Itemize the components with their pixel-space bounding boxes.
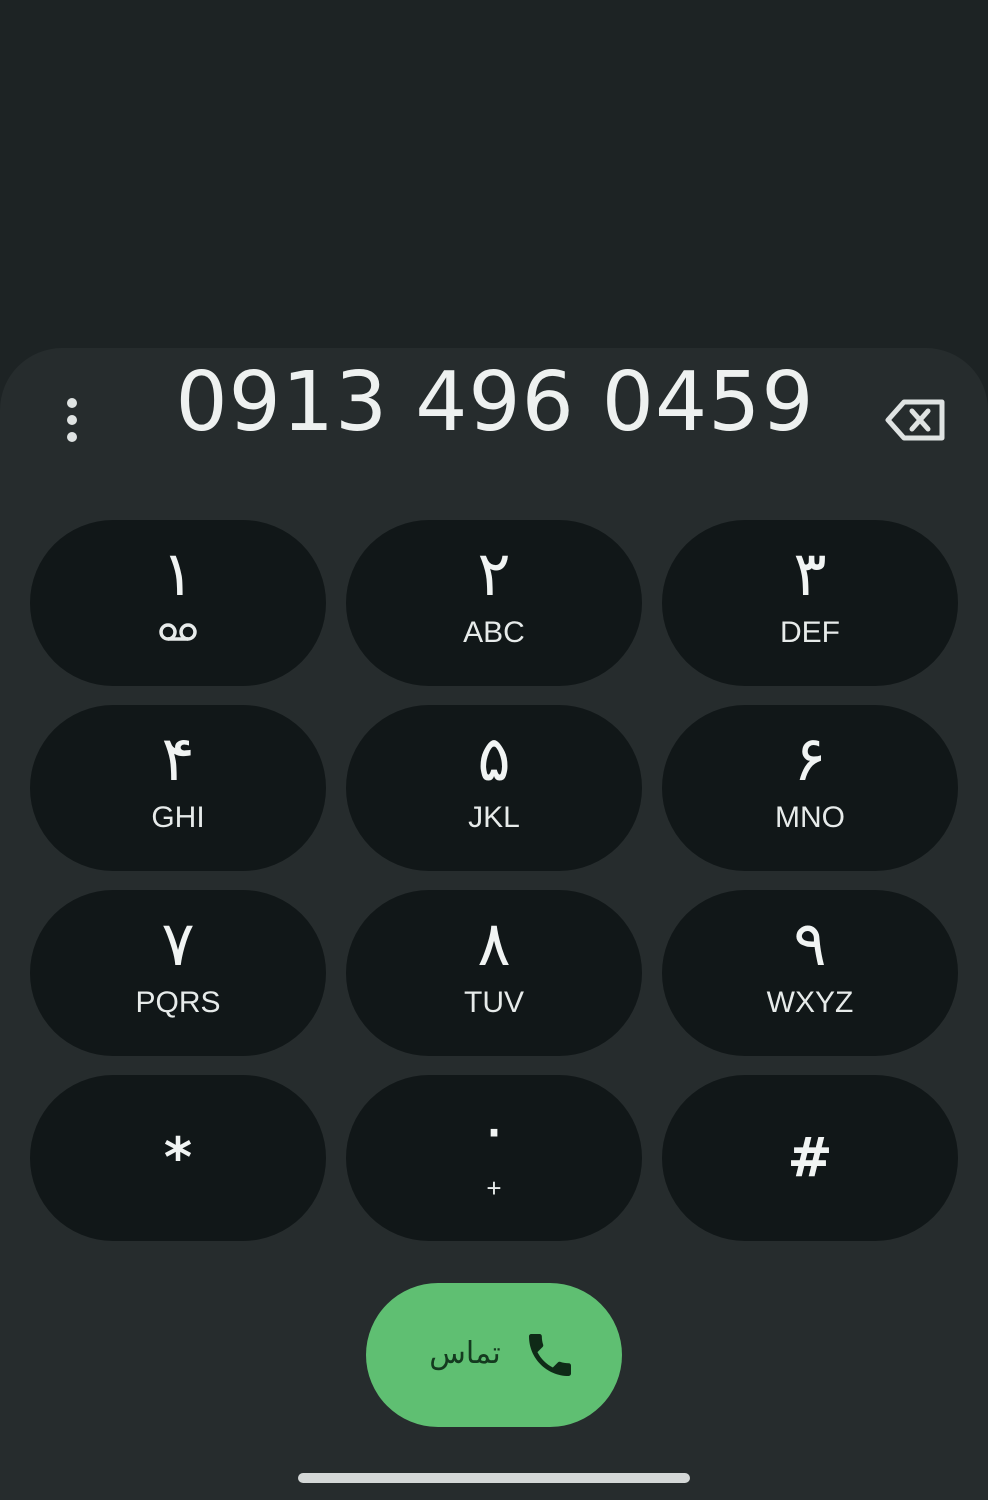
key-digit: ۲ — [477, 537, 511, 610]
key-digit: ۸ — [477, 907, 511, 980]
voicemail-icon — [158, 620, 198, 644]
key-letters: JKL — [468, 801, 520, 834]
key-digit: ۹ — [793, 907, 827, 980]
key-digit: ۴ — [161, 722, 195, 795]
more-options-icon[interactable] — [52, 392, 92, 448]
key-digit: * — [163, 1126, 193, 1189]
key-digit: ۶ — [793, 722, 827, 795]
dial-key-8[interactable]: ۸ TUV — [346, 890, 642, 1056]
key-letters: GHI — [151, 801, 205, 834]
dial-key-2[interactable]: ۲ ABC — [346, 520, 642, 686]
dial-key-star[interactable]: * — [30, 1075, 326, 1241]
dialed-number[interactable]: 0913 496 0459 — [130, 352, 860, 452]
key-letters: MNO — [775, 801, 845, 834]
key-letters: WXYZ — [766, 986, 854, 1019]
dial-key-9[interactable]: ۹ WXYZ — [662, 890, 958, 1056]
menu-dot — [67, 398, 77, 408]
dial-key-5[interactable]: ۵ JKL — [346, 705, 642, 871]
phone-icon — [522, 1327, 578, 1383]
empty-call-log-area — [0, 0, 988, 350]
key-digit: ۵ — [477, 722, 511, 795]
dial-key-0[interactable]: ۰ + — [346, 1075, 642, 1241]
key-digit: ۱ — [161, 537, 195, 610]
dial-key-6[interactable]: ۶ MNO — [662, 705, 958, 871]
gesture-nav-handle[interactable] — [298, 1473, 690, 1483]
dial-key-3[interactable]: ۳ DEF — [662, 520, 958, 686]
menu-dot — [67, 415, 77, 425]
key-letters: TUV — [464, 986, 524, 1019]
menu-dot — [67, 432, 77, 442]
backspace-icon[interactable] — [882, 392, 950, 448]
key-letters: + — [486, 1173, 502, 1203]
key-letters: ABC — [463, 616, 525, 649]
call-button-label: تماس — [429, 1336, 501, 1371]
dial-key-1[interactable]: ۱ — [30, 520, 326, 686]
key-digit: ۰ — [477, 1092, 511, 1165]
backspace-glyph — [885, 399, 945, 441]
key-letters: PQRS — [135, 986, 221, 1019]
key-digit: ۳ — [793, 537, 827, 610]
dial-key-4[interactable]: ۴ GHI — [30, 705, 326, 871]
dial-key-7[interactable]: ۷ PQRS — [30, 890, 326, 1056]
key-digit: ۷ — [161, 907, 195, 980]
key-letters: DEF — [780, 616, 840, 649]
dial-key-hash[interactable]: # — [662, 1075, 958, 1241]
call-button[interactable]: تماس — [366, 1283, 622, 1427]
key-digit: # — [787, 1126, 833, 1189]
